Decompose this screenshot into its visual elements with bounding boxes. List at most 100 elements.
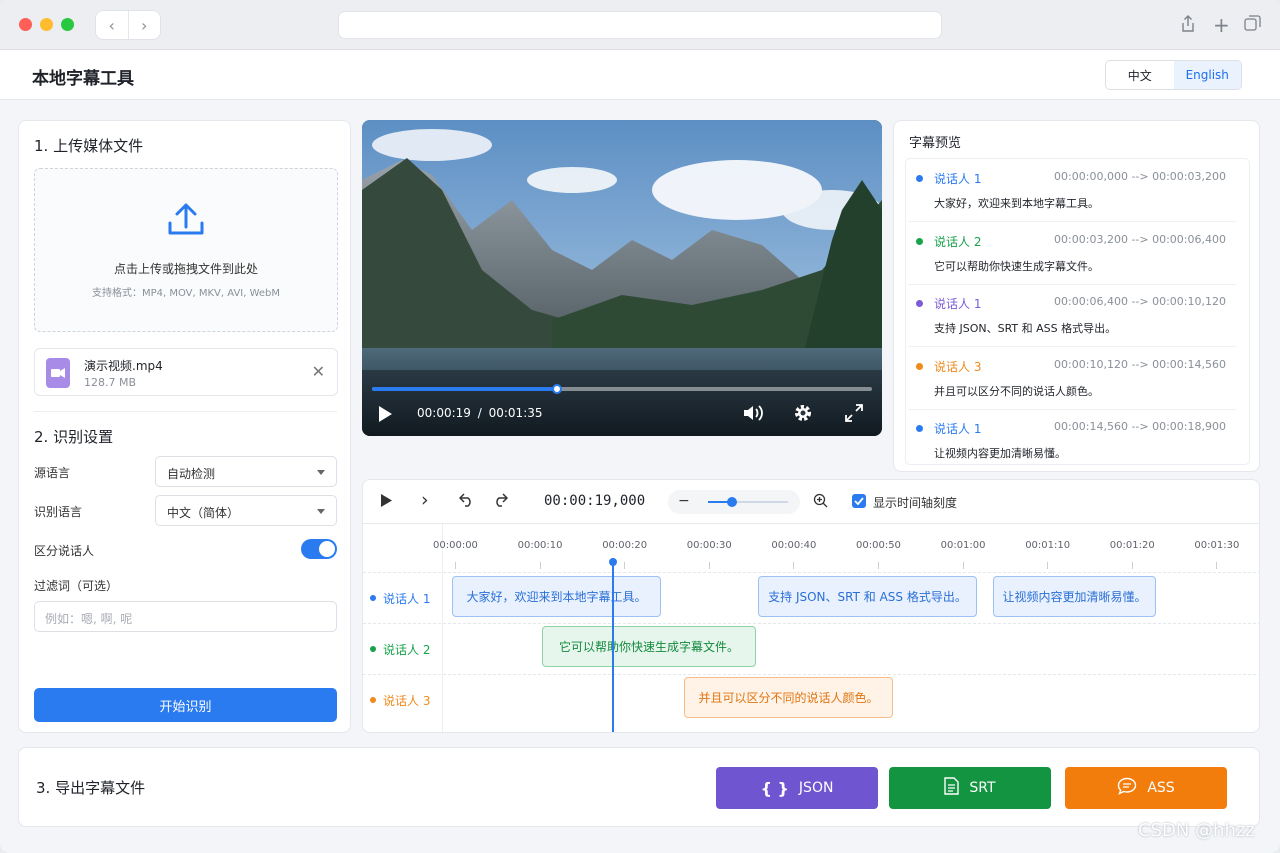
export-json-button[interactable]: { } JSON (716, 767, 878, 809)
video-player[interactable]: 00:00:19 / 00:01:35 (362, 120, 882, 436)
forward-icon[interactable]: › (127, 11, 161, 39)
next-frame-icon[interactable]: › (421, 489, 429, 511)
video-file-icon (46, 358, 70, 388)
ruler-tick-label: 00:01:20 (1109, 540, 1155, 551)
track-label: 说话人 1 (383, 592, 431, 606)
ruler-tick (1131, 562, 1133, 569)
speaker-dot (916, 425, 923, 432)
ruler-tick-label: 00:00:20 (602, 540, 648, 551)
clip-speaker1-a[interactable]: 大家好，欢迎来到本地字幕工具。 (452, 576, 661, 617)
settings-gear-icon[interactable] (793, 403, 813, 427)
show-ticks-checkbox[interactable] (852, 494, 866, 508)
ruler-tick (455, 562, 456, 569)
track-color-dot (370, 697, 376, 703)
app-window: ‹ › + 本地字幕工具 中文 English 1. 上传媒体文件 点击上传或拖… (0, 0, 1280, 853)
ruler-tick (878, 562, 879, 569)
new-tab-icon[interactable]: + (1213, 13, 1230, 37)
track-color-dot (370, 595, 376, 601)
ruler-tick-label: 00:01:30 (1194, 540, 1240, 551)
redo-icon[interactable] (492, 493, 509, 511)
subtitle-item[interactable]: 说话人 1 00:00:14,560 --> 00:00:18,900 让视频内容更… (908, 410, 1236, 472)
address-bar[interactable] (338, 11, 942, 39)
upload-formats: 支持格式：MP4, MOV, MKV, AVI, WebM (91, 288, 281, 299)
subtitle-time: 00:00:03,200 --> 00:00:06,400 (1054, 232, 1226, 246)
back-icon[interactable]: ‹ (96, 11, 128, 39)
upload-icon (166, 201, 206, 243)
video-progress-track[interactable] (372, 384, 872, 394)
chevron-down-icon (317, 470, 325, 475)
share-icon[interactable] (1180, 15, 1196, 37)
zoom-in-icon[interactable] (813, 493, 828, 512)
zoom-control: − (668, 490, 800, 514)
preview-title: 字幕预览 (909, 136, 962, 151)
track-color-dot (370, 646, 376, 652)
track-label: 说话人 3 (383, 694, 431, 708)
timeline-toolbar: › 00:00:19,000 − 显示时间轴刻度 (363, 480, 1259, 524)
speaker-dot (916, 300, 923, 307)
language-switch: 中文 English (1105, 60, 1242, 90)
subtitle-text: 支持 JSON、SRT 和 ASS 格式导出。 (934, 322, 1117, 335)
subtitle-text: 它可以帮助你快速生成字幕文件。 (934, 259, 1099, 273)
settings-section-title: 2. 识别设置 (34, 428, 114, 446)
lang-en-button[interactable]: English (1173, 61, 1241, 89)
upload-dropzone[interactable]: 点击上传或拖拽文件到此处 支持格式：MP4, MOV, MKV, AVI, We… (34, 168, 338, 332)
ruler-tick-label: 00:01:10 (1025, 540, 1071, 551)
subtitle-time: 00:00:14,560 --> 00:00:18,900 (1054, 420, 1226, 433)
upload-prompt: 点击上传或拖拽文件到此处 (113, 262, 258, 276)
subtitle-item[interactable]: 说话人 3 00:00:10,120 --> 00:00:14,560 并且可以区分… (908, 348, 1236, 410)
playhead[interactable] (612, 558, 614, 732)
browser-titlebar: ‹ › + (0, 0, 1280, 50)
ruler-tick (1216, 562, 1218, 569)
playhead-handle[interactable] (609, 558, 617, 566)
subtitle-speaker: 说话人 1 (934, 172, 982, 186)
json-braces-icon: { } (760, 778, 789, 798)
source-lang-select[interactable]: 自动检测 (155, 456, 337, 487)
subtitle-item[interactable]: 说话人 1 00:00:06,400 --> 00:00:10,120 支持 JSO… (908, 285, 1236, 347)
chat-bubble-icon (1117, 777, 1137, 799)
start-recognition-button[interactable]: 开始识别 (34, 688, 337, 722)
zoom-slider-knob[interactable] (727, 497, 737, 507)
export-section-title: 3. 导出字幕文件 (36, 779, 146, 797)
minimize-window-button[interactable] (40, 18, 53, 31)
file-name: 演示视频.mp4 (84, 359, 163, 373)
ruler-tick (793, 562, 795, 569)
remove-file-icon[interactable]: ✕ (312, 362, 325, 381)
clip-speaker3-a[interactable]: 并且可以区分不同的说话人颜色。 (684, 677, 893, 718)
play-icon[interactable] (377, 405, 393, 427)
zoom-window-button[interactable] (61, 18, 74, 31)
filter-input[interactable]: 例如：嗯, 啊, 呢 (34, 601, 337, 632)
document-icon (944, 777, 960, 799)
clip-speaker1-c[interactable]: 让视频内容更加清晰易懂。 (993, 576, 1156, 617)
zoom-out-icon[interactable]: − (678, 493, 690, 509)
current-time: 00:00:19 (417, 406, 471, 420)
zoom-slider[interactable] (708, 497, 788, 507)
ruler-tick-label: 00:00:10 (517, 540, 563, 551)
speaker-dot (916, 237, 923, 245)
subtitle-speaker: 说话人 2 (934, 234, 982, 249)
lang-zh-button[interactable]: 中文 (1106, 61, 1174, 89)
subtitle-item[interactable]: 说话人 1 00:00:00,000 --> 00:00:03,200 大家好，欢迎… (908, 160, 1236, 222)
close-window-button[interactable] (19, 18, 32, 31)
ruler-tick-label: 00:00:50 (856, 540, 901, 551)
video-time: 00:00:19 / 00:01:35 (417, 406, 543, 420)
timeline-play-icon[interactable] (380, 493, 393, 512)
tabs-overview-icon[interactable] (1244, 15, 1261, 36)
volume-icon[interactable] (743, 404, 765, 426)
app-header: 本地字幕工具 中文 English (0, 50, 1280, 100)
show-ticks-label: 显示时间轴刻度 (873, 496, 958, 510)
export-ass-button[interactable]: ASS (1065, 767, 1227, 809)
subtitle-time: 00:00:06,400 --> 00:00:10,120 (1054, 295, 1226, 308)
source-lang-value: 自动检测 (167, 467, 216, 481)
recog-lang-select[interactable]: 中文（简体） (155, 495, 337, 526)
subtitle-item[interactable]: 说话人 2 00:00:03,200 --> 00:00:06,400 它可以帮助你… (908, 223, 1236, 285)
recog-lang-label: 识别语言 (34, 505, 83, 519)
clip-speaker1-b[interactable]: 支持 JSON、SRT 和 ASS 格式导出。 (758, 576, 977, 617)
undo-icon[interactable] (458, 493, 475, 511)
diarize-toggle[interactable] (301, 539, 337, 559)
nav-buttons: ‹ › (95, 10, 161, 40)
fullscreen-icon[interactable] (845, 404, 863, 426)
clip-speaker2-a[interactable]: 它可以帮助你快速生成字幕文件。 (542, 626, 756, 667)
export-srt-button[interactable]: SRT (889, 767, 1051, 809)
subtitle-time: 00:00:00,000 --> 00:00:03,200 (1054, 170, 1226, 183)
video-progress-knob[interactable] (552, 384, 562, 394)
